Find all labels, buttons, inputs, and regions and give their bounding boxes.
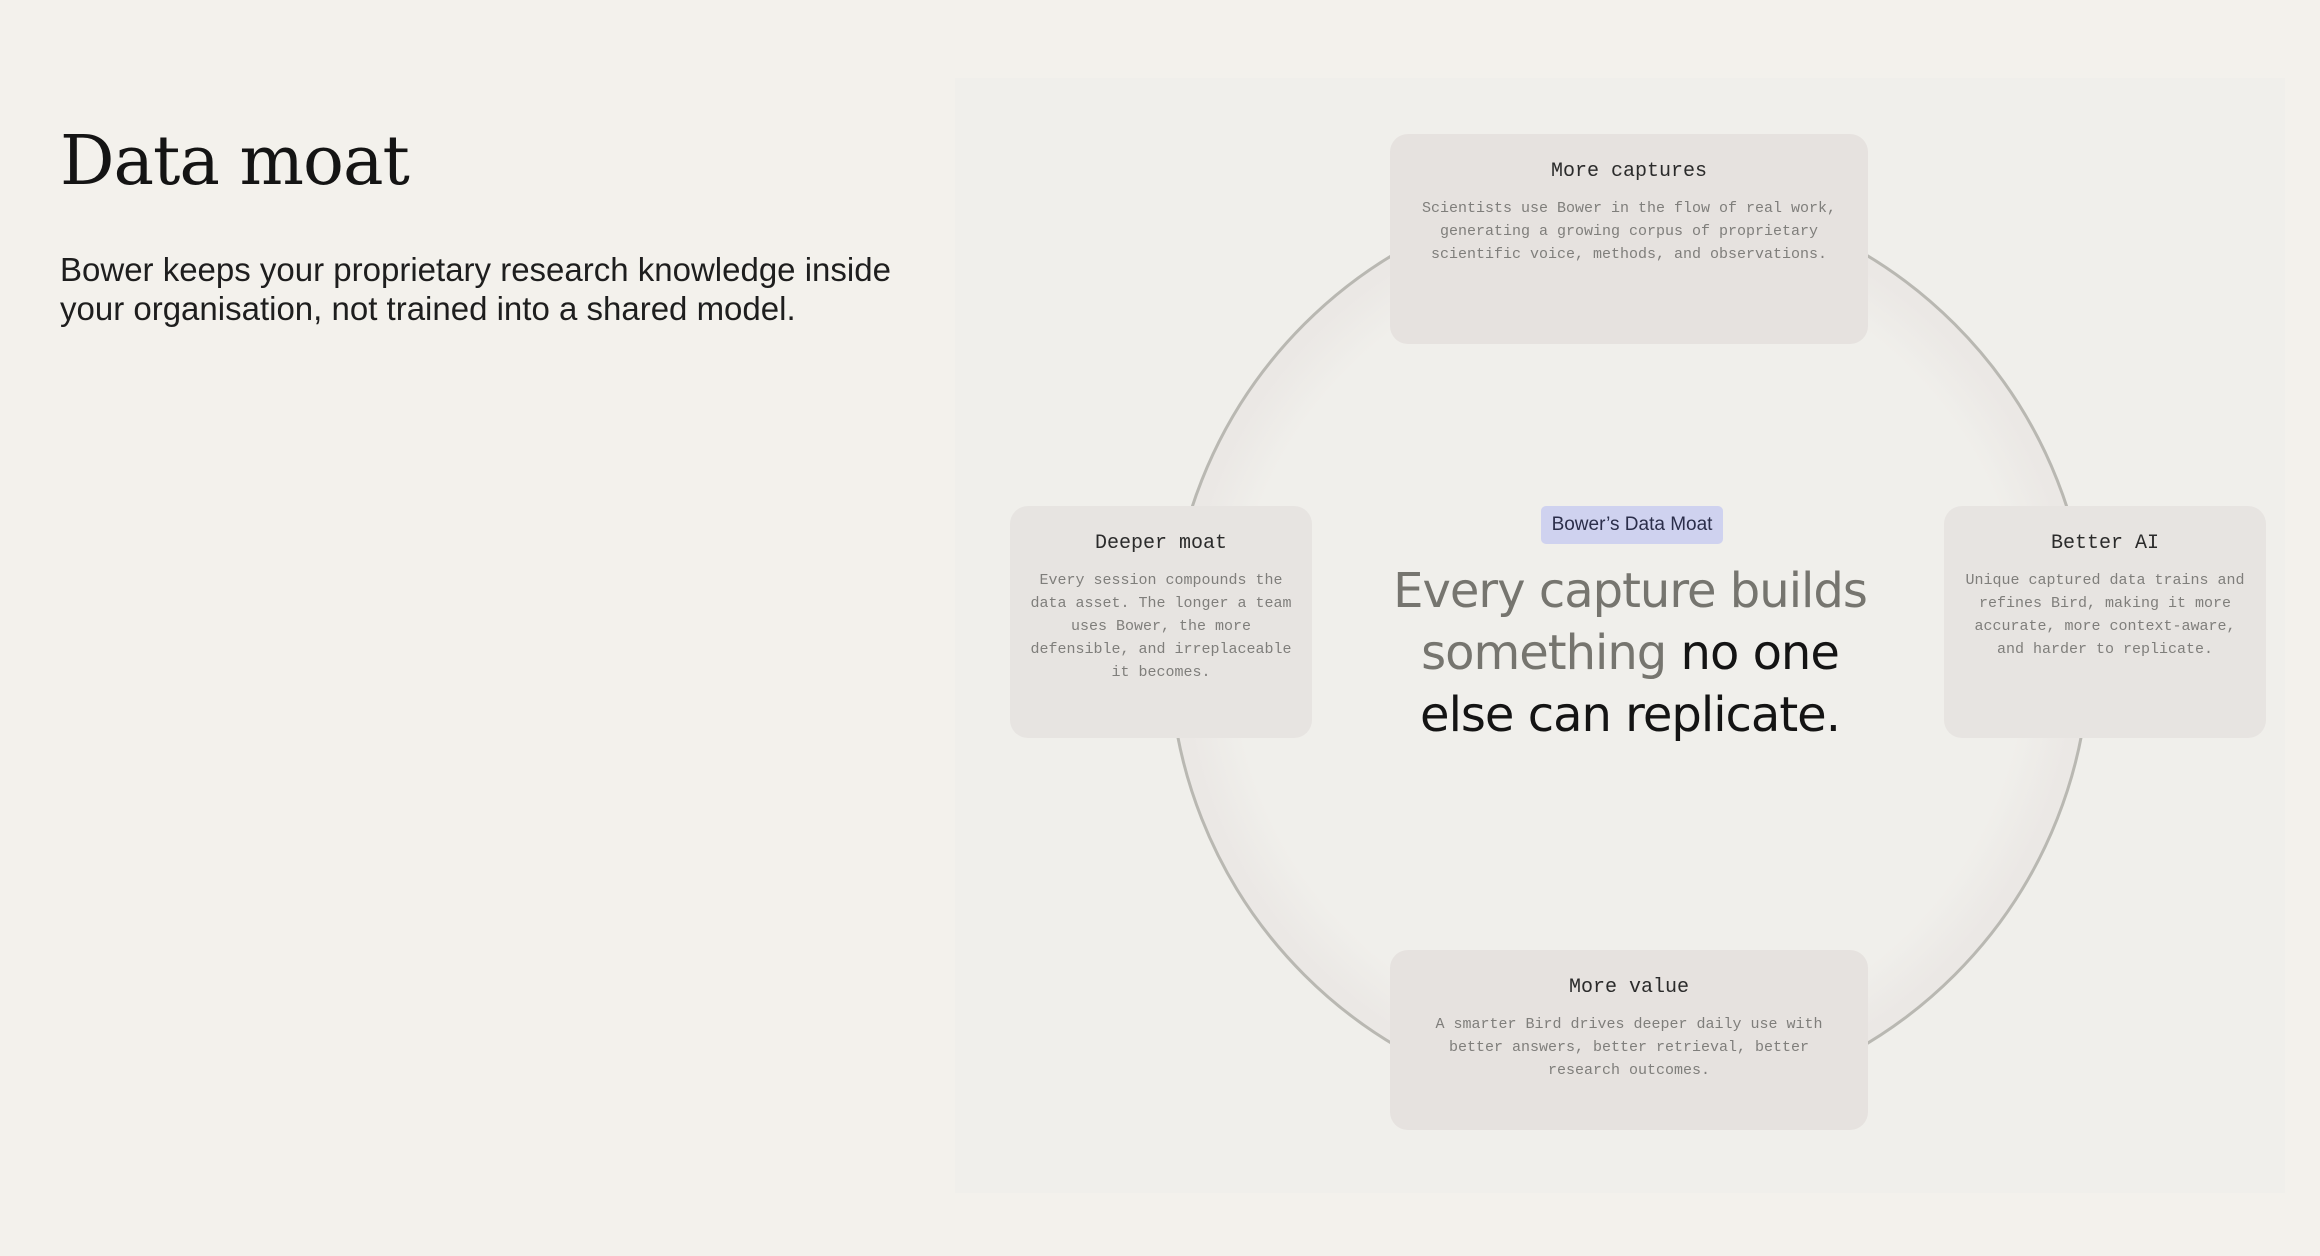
page-title: Data moat <box>60 122 410 201</box>
card-title: Deeper moat <box>1094 532 1228 555</box>
card-description: Every session compounds the data asset. … <box>1030 572 1292 681</box>
card-more-value: More value A smarter Bird drives deeper … <box>1390 950 1868 1130</box>
card-description: A smarter Bird drives deeper daily use w… <box>1435 1016 1823 1079</box>
card-better-ai: Better AI Unique captured data trains an… <box>1944 506 2266 738</box>
card-title: Better AI <box>2050 532 2160 555</box>
card-description: Scientists use Bower in the flow of real… <box>1421 200 1837 263</box>
page-subtitle: Bower keeps your proprietary research kn… <box>60 251 891 327</box>
card-deeper-moat: Deeper moat Every session compounds the … <box>1010 506 1312 738</box>
card-more-captures: More captures Scientists use Bower in th… <box>1390 134 1868 344</box>
data-moat-badge: Bower’s Data Moat <box>1541 506 1723 544</box>
card-title: More captures <box>1550 160 1708 183</box>
center-statement: Every capture builds something no one el… <box>1370 560 1890 746</box>
card-title: More value <box>1568 976 1690 999</box>
card-description: Unique captured data trains and refines … <box>1965 572 2245 658</box>
